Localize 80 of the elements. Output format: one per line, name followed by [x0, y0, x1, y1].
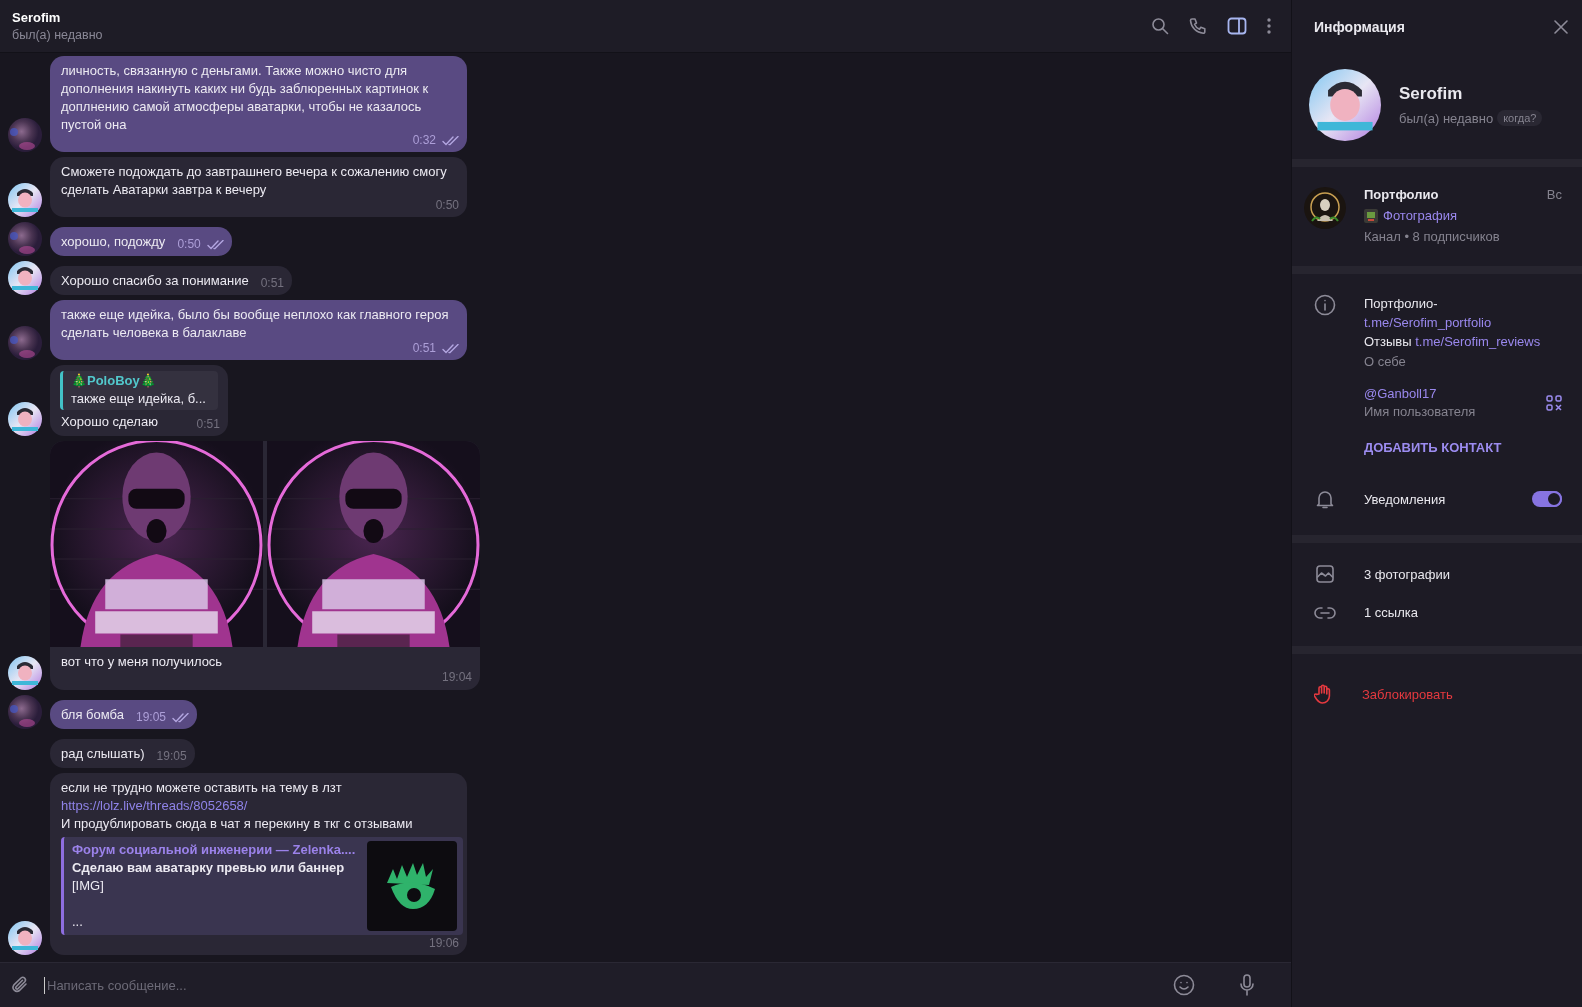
- preview-title: Сделаю вам аватарку превью или баннер: [72, 859, 346, 877]
- message-text: если не трудно можете оставить на тему в лзт: [61, 779, 343, 797]
- notifications-label: Уведомления: [1364, 491, 1447, 507]
- message-text: личность, связанную с деньгами. Также можно чисто для дополнения накинуть каких ни будь заблюренных картинок к доплнению самой атмосферы аватарки, чтобы не казалось пустой она: [61, 62, 430, 134]
- message-input[interactable]: Написать сообщение...: [44, 976, 1159, 994]
- search-icon[interactable]: [1151, 17, 1169, 35]
- sidebar-toggle-icon[interactable]: [1227, 17, 1247, 35]
- bio-link[interactable]: t.me/Serofim_portfolio: [1364, 315, 1492, 330]
- bio-label: О себе: [1364, 354, 1407, 369]
- attach-icon[interactable]: [10, 975, 30, 995]
- channel-post[interactable]: Фотография: [1383, 208, 1458, 223]
- message-text: также еще идейка, было бы вообще неплохо как главного героя сделать человека в балаклаве: [61, 306, 450, 342]
- link-preview[interactable]: Форум социальной инженерии — Zelenka.... Сделаю вам аватарку превью или баннер [IMG] ...: [61, 837, 463, 935]
- qr-code-icon[interactable]: [1546, 394, 1562, 411]
- profile-avatar[interactable]: [1309, 69, 1381, 141]
- bell-icon: [1316, 489, 1334, 509]
- profile-name: Serofim: [1399, 84, 1464, 104]
- close-icon[interactable]: [1554, 19, 1568, 34]
- hand-icon: [1314, 684, 1332, 704]
- notifications-toggle[interactable]: [1532, 491, 1562, 507]
- message-time: 19:05: [135, 711, 166, 724]
- message-time: 0:50: [435, 199, 459, 212]
- chat-title: Serofim: [12, 10, 62, 25]
- message-time: 0:32: [412, 134, 436, 147]
- preview-description: [IMG]: [72, 877, 105, 895]
- media-row[interactable]: 3 фотографии: [1292, 565, 1582, 583]
- photo-thumbnail-icon: [1364, 208, 1378, 223]
- message-composer[interactable]: Написать сообщение...: [0, 962, 1291, 1007]
- message-link[interactable]: https://lolz.live/threads/8052658/: [61, 797, 457, 815]
- avatar[interactable]: [8, 261, 42, 295]
- message-time: 19:04: [441, 671, 472, 684]
- reply-text: также еще идейка, б...: [71, 390, 206, 408]
- phone-icon[interactable]: [1189, 17, 1207, 35]
- block-label: Заблокировать: [1362, 686, 1453, 702]
- reply-quote[interactable]: 🎄PoloBoy🎄 также еще идейка, б...: [60, 371, 218, 410]
- message-text: Хорошо спасибо за понимание: [61, 272, 249, 290]
- channel-date: Вс: [1546, 187, 1562, 202]
- username-label: Имя пользователя: [1364, 404, 1477, 419]
- more-icon[interactable]: [1267, 18, 1271, 34]
- channel-meta: Канал • 8 подписчиков: [1364, 229, 1501, 244]
- bio-link[interactable]: t.me/Serofim_reviews: [1415, 334, 1541, 349]
- preview-site: Форум социальной инженерии — Zelenka....: [72, 841, 357, 859]
- info-icon: [1314, 294, 1336, 316]
- channel-name: Портфолио: [1364, 187, 1439, 202]
- preview-more: ...: [72, 913, 84, 931]
- message-time: 0:51: [412, 342, 436, 355]
- message-text: рад слышать): [61, 745, 145, 763]
- message-text: Хорошо сделаю: [61, 413, 158, 431]
- avatar[interactable]: [8, 183, 42, 217]
- panel-title: Информация: [1314, 18, 1405, 35]
- avatar[interactable]: [8, 402, 42, 436]
- reply-author: 🎄PoloBoy🎄: [71, 372, 157, 390]
- channel-card[interactable]: Портфолио Вс Фотография Канал • 8 подписчиков: [1292, 167, 1582, 266]
- chat-status: был(а) недавно: [12, 28, 104, 42]
- block-row[interactable]: Заблокировать: [1292, 654, 1582, 734]
- media-row[interactable]: 1 ссылка: [1292, 605, 1582, 620]
- photo-icon: [1316, 565, 1334, 583]
- bio-text: Портфолио- t.me/Serofim_portfolio Отзывы t.me/Serofim_reviews: [1364, 295, 1542, 351]
- emoji-icon[interactable]: [1173, 974, 1195, 996]
- profile-status: был(а) недавно: [1399, 110, 1494, 126]
- media-label: 1 ссылка: [1364, 605, 1418, 620]
- message-text: Сможете подождать до завтрашнего вечера к сожалению смогу сделать Аватарки завтра к вечеру: [61, 163, 448, 199]
- microphone-icon[interactable]: [1239, 974, 1255, 996]
- message-time: 0:51: [196, 418, 220, 431]
- message-text: бля бомба: [61, 706, 124, 724]
- last-seen-badge[interactable]: когда?: [1497, 110, 1543, 126]
- message-time: 0:51: [260, 277, 284, 290]
- avatar[interactable]: [8, 656, 42, 690]
- channel-avatar: [1304, 187, 1346, 229]
- message-time: 19:05: [156, 750, 187, 763]
- message-time: 0:50: [177, 238, 201, 251]
- message-text: И продублировать сюда в чат я перекину в ткг с отзывами: [61, 815, 414, 833]
- media-label: 3 фотографии: [1364, 566, 1450, 582]
- message-text: вот что у меня получилось: [61, 654, 223, 669]
- message-time: 19:06: [428, 937, 459, 950]
- link-icon: [1314, 605, 1336, 620]
- avatar[interactable]: [8, 921, 42, 955]
- message-text: хорошо, подожду: [61, 233, 166, 251]
- username[interactable]: @Ganboll17: [1364, 386, 1546, 401]
- add-contact-button[interactable]: ДОБАВИТЬ КОНТАКТ: [1364, 440, 1502, 455]
